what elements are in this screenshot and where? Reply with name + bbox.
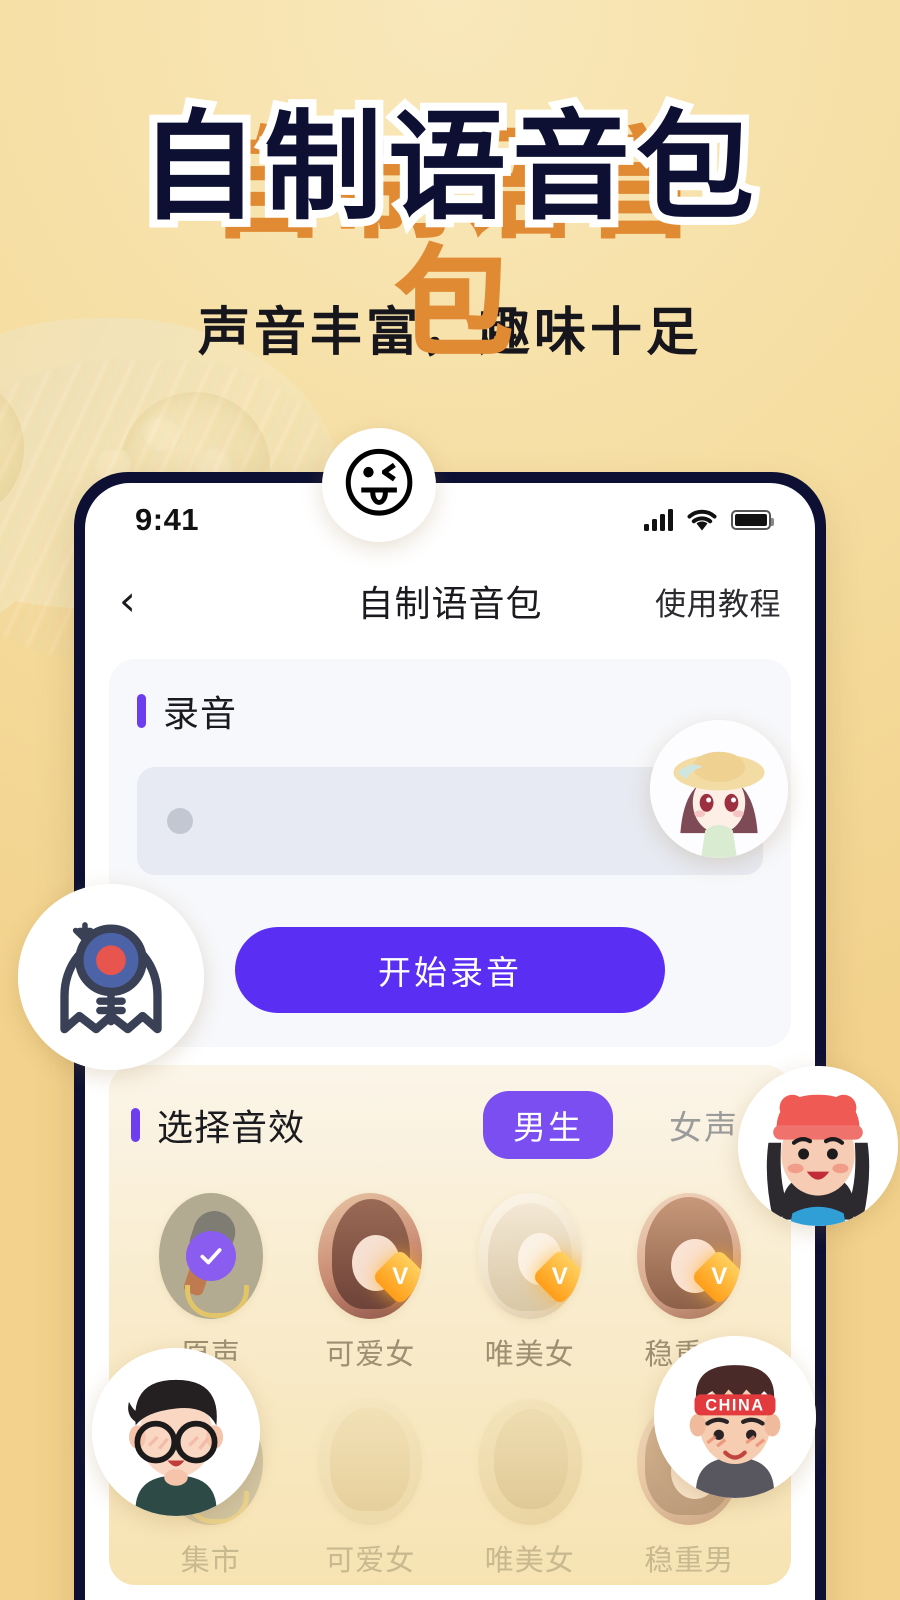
avatar-straw-hat-girl: [650, 720, 788, 858]
emoji-winking-tongue-badge: 😜: [322, 428, 436, 542]
voice-label: 唯美女: [484, 1339, 575, 1371]
record-section-title: 录音: [163, 693, 238, 734]
status-bar: 9:41: [85, 483, 815, 557]
section-accent-bar: [131, 1108, 140, 1142]
tab-male[interactable]: 男生: [483, 1091, 613, 1159]
record-section-header: 录音: [137, 685, 763, 737]
record-card: 录音 开始录音: [109, 659, 791, 1047]
voice-label: 稳重男: [644, 1545, 735, 1577]
ghost-mascot-icon: [18, 884, 204, 1070]
battery-full-icon: [731, 510, 774, 530]
avatar-glasses-boy: [92, 1348, 260, 1516]
straw-hat-girl-icon: [650, 720, 788, 858]
voice-label: 可爱女: [325, 1339, 416, 1371]
record-status-dot: [167, 808, 193, 834]
voice-label: 唯美女: [484, 1545, 575, 1577]
avatar-ghost-mascot: [18, 884, 204, 1070]
vip-badge-icon: V: [531, 1248, 582, 1306]
promo-headline: 自制语音包 自制语音包 自制语音包: [132, 100, 762, 363]
bear-hat-girl-icon: [738, 1066, 898, 1226]
voice-thumbnail: [158, 1193, 263, 1319]
effects-section-header: 选择音效 男生 女声: [131, 1091, 769, 1159]
effects-section-title: 选择音效: [157, 1107, 306, 1148]
avatar-bear-hat-girl: [738, 1066, 898, 1226]
winking-tongue-emoji-icon: 😜: [339, 442, 419, 527]
gender-tabs: 男生 女声: [483, 1091, 769, 1159]
start-record-button[interactable]: 开始录音: [235, 927, 665, 1013]
voice-thumbnail: V: [318, 1193, 423, 1319]
section-accent-bar: [137, 694, 146, 728]
voice-item-weimeinu[interactable]: V 唯美女: [450, 1193, 610, 1373]
voice-label: 可爱女: [325, 1545, 416, 1577]
svg-text:CHINA: CHINA: [705, 1397, 764, 1415]
wifi-icon: [687, 509, 717, 530]
glasses-boy-icon: [92, 1348, 260, 1516]
nav-bar: ‹ 自制语音包 使用教程: [85, 557, 815, 645]
status-icons: [644, 509, 774, 532]
tutorial-link[interactable]: 使用教程: [655, 579, 781, 624]
voice-thumbnail: [477, 1399, 582, 1525]
vip-badge-icon: V: [371, 1248, 423, 1306]
headline-fill-layer: 自制语音包: [139, 98, 760, 236]
voice-item-yuansheng[interactable]: 原声: [131, 1193, 291, 1373]
voice-item-keaipnu[interactable]: V 可爱女: [291, 1193, 451, 1373]
selected-check-icon: [185, 1231, 236, 1281]
vip-badge-icon: V: [690, 1248, 742, 1306]
voice-thumbnail: V: [477, 1193, 582, 1319]
cellular-bars-icon: [644, 509, 673, 531]
chevron-left-icon[interactable]: ‹: [119, 580, 173, 622]
promo-poster: 自制语音包 自制语音包 自制语音包 声音丰富，趣味十足 9:41 ‹ 自制语音包…: [0, 0, 900, 1600]
voice-item-weimeinu-2[interactable]: 唯美女: [450, 1399, 610, 1579]
voice-label: 集市: [180, 1545, 241, 1577]
status-time: 9:41: [135, 502, 200, 537]
china-headband-boy-icon: CHINA: [654, 1336, 816, 1498]
voice-thumbnail: [318, 1399, 423, 1525]
promo-headline-wrap: 自制语音包 自制语音包 自制语音包: [0, 100, 900, 363]
voice-item-keaipnu-2[interactable]: 可爱女: [291, 1399, 451, 1579]
avatar-china-headband-boy: CHINA: [654, 1336, 816, 1498]
voice-thumbnail: V: [637, 1193, 742, 1319]
